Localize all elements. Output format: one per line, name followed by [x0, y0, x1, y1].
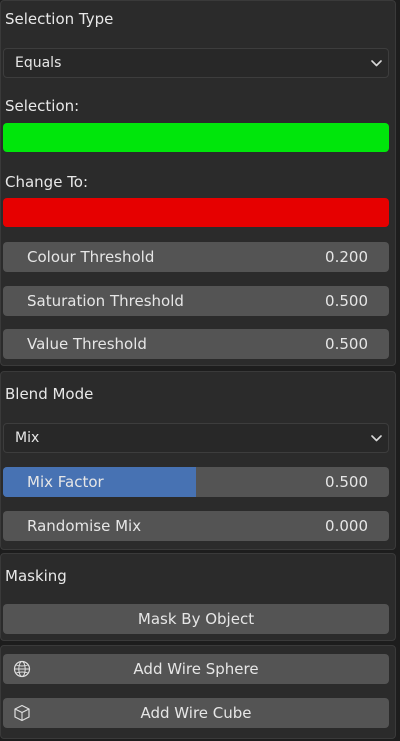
blend-mode-dropdown[interactable]: Mix [3, 423, 389, 453]
saturation-threshold-value: 0.500 [325, 292, 368, 310]
selection-type-label: Selection Type [5, 10, 114, 28]
saturation-threshold-slider[interactable]: Saturation Threshold 0.500 [3, 286, 389, 316]
add-wire-cube-label: Add Wire Cube [140, 704, 252, 722]
randomise-mix-value: 0.000 [325, 517, 368, 535]
value-threshold-slider[interactable]: Value Threshold 0.500 [3, 329, 389, 359]
colour-threshold-slider[interactable]: Colour Threshold 0.200 [3, 242, 389, 272]
mix-factor-value: 0.500 [325, 473, 368, 491]
mask-by-object-label: Mask By Object [137, 610, 255, 628]
randomise-mix-slider[interactable]: Randomise Mix 0.000 [3, 511, 389, 541]
mix-factor-slider[interactable]: Mix Factor 0.500 [3, 467, 389, 497]
masking-label: Masking [5, 567, 67, 585]
masking-panel: Masking Mask By Object [0, 553, 396, 641]
value-threshold-label: Value Threshold [27, 335, 147, 353]
blend-mode-value: Mix [15, 430, 40, 446]
wire-panel: Add Wire Sphere Add Wire Cube [0, 645, 396, 739]
saturation-threshold-label: Saturation Threshold [27, 292, 184, 310]
blend-panel: Blend Mode Mix Mix Factor 0.500 Randomis… [0, 371, 396, 550]
add-wire-sphere-button[interactable]: Add Wire Sphere [3, 654, 389, 684]
selection-type-dropdown[interactable]: Equals [3, 48, 389, 78]
selection-color-swatch[interactable] [3, 123, 389, 152]
mix-factor-label: Mix Factor [27, 473, 104, 491]
value-threshold-value: 0.500 [325, 335, 368, 353]
selection-type-value: Equals [15, 55, 62, 71]
selection-label: Selection: [5, 97, 80, 115]
add-wire-cube-button[interactable]: Add Wire Cube [3, 698, 389, 728]
chevron-down-icon [371, 435, 382, 442]
colour-threshold-label: Colour Threshold [27, 248, 155, 266]
add-wire-sphere-label: Add Wire Sphere [133, 660, 259, 678]
blend-mode-label: Blend Mode [5, 385, 94, 403]
randomise-mix-label: Randomise Mix [27, 517, 142, 535]
selection-panel: Selection Type Equals Selection: Change … [0, 0, 396, 366]
colour-threshold-value: 0.200 [325, 248, 368, 266]
chevron-down-icon [371, 60, 382, 67]
change-to-label: Change To: [5, 173, 89, 191]
change-to-color-swatch[interactable] [3, 198, 389, 227]
mask-by-object-button[interactable]: Mask By Object [3, 604, 389, 634]
